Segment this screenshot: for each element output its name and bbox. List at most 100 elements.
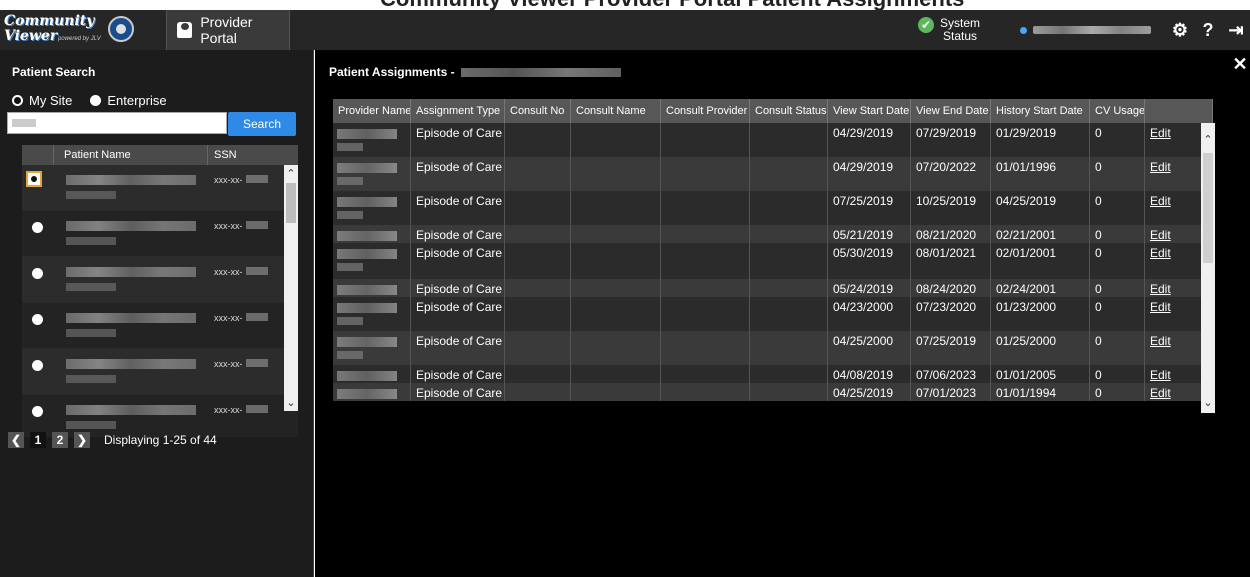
edit-link[interactable]: Edit bbox=[1150, 126, 1171, 140]
edit-link[interactable]: Edit bbox=[1150, 368, 1171, 382]
assignment-row[interactable]: Episode of Care 05/30/2019 08/01/2021 02/01… bbox=[333, 243, 1213, 279]
edit-link[interactable]: Edit bbox=[1150, 282, 1171, 296]
patient-row[interactable]: xxx-xx- bbox=[22, 257, 298, 303]
logo-line2: Viewer bbox=[4, 28, 58, 44]
cv-usage: 0 bbox=[1090, 157, 1145, 191]
provider-portal-button[interactable]: Provider Portal bbox=[166, 10, 290, 50]
edit-link[interactable]: Edit bbox=[1150, 386, 1171, 400]
edit-link[interactable]: Edit bbox=[1150, 160, 1171, 174]
patient-search-panel: Patient Search My Site Enterprise Search… bbox=[0, 50, 314, 577]
radio-enterprise-dot[interactable] bbox=[90, 95, 102, 106]
edit-link[interactable]: Edit bbox=[1150, 334, 1171, 348]
radio-enterprise[interactable]: Enterprise bbox=[90, 93, 167, 108]
assignments-col-3[interactable]: Consult Name bbox=[571, 99, 661, 123]
assignments-col-0[interactable]: Provider Name bbox=[333, 99, 411, 123]
redacted-block bbox=[337, 211, 363, 219]
col-ssn[interactable]: SSN bbox=[208, 145, 298, 165]
patient-radio[interactable] bbox=[32, 222, 43, 233]
patient-row[interactable]: xxx-xx- bbox=[22, 349, 298, 395]
page-1-button[interactable]: 1 bbox=[30, 432, 46, 448]
patient-row[interactable]: xxx-xx- bbox=[22, 303, 298, 349]
consult-name bbox=[571, 191, 661, 225]
assignment-row[interactable]: Episode of Care 04/29/2019 07/20/2022 01/01… bbox=[333, 157, 1213, 191]
scroll-down-icon[interactable]: ⌄ bbox=[1201, 396, 1215, 409]
patient-table-header: Patient Name SSN bbox=[22, 145, 298, 165]
provider-name-redacted bbox=[333, 243, 411, 279]
assignment-type: Episode of Care bbox=[411, 279, 505, 297]
col-patient-name[interactable]: Patient Name bbox=[54, 145, 208, 165]
assignment-row[interactable]: Episode of Care 07/25/2019 10/25/2019 04/25… bbox=[333, 191, 1213, 225]
redacted-block bbox=[337, 177, 363, 185]
consult-provider bbox=[661, 191, 750, 225]
radio-my-site-dot[interactable] bbox=[12, 95, 23, 106]
assignments-col-1[interactable]: Assignment Type bbox=[411, 99, 505, 123]
patient-search-input[interactable] bbox=[7, 112, 227, 134]
redacted-block bbox=[337, 303, 397, 313]
logout-icon[interactable]: ⇥ bbox=[1226, 20, 1246, 41]
patient-row-select[interactable] bbox=[22, 165, 54, 210]
assignments-col-8[interactable]: History Start Date bbox=[991, 99, 1090, 123]
edit-link[interactable]: Edit bbox=[1150, 246, 1171, 260]
ssn-prefix: xxx-xx- bbox=[214, 221, 243, 231]
assignment-row[interactable]: Episode of Care 04/25/2000 07/25/2019 01/25… bbox=[333, 331, 1213, 365]
user-info[interactable] bbox=[1020, 10, 1160, 50]
provider-name-redacted bbox=[333, 383, 411, 401]
help-icon[interactable]: ? bbox=[1198, 20, 1218, 41]
search-button[interactable]: Search bbox=[228, 112, 296, 136]
scroll-up-icon[interactable]: ⌃ bbox=[1201, 133, 1215, 146]
assignment-row[interactable]: Episode of Care 04/08/2019 07/06/2023 01/01… bbox=[333, 365, 1213, 383]
patient-row-select[interactable] bbox=[22, 395, 54, 437]
patient-row[interactable]: xxx-xx- bbox=[22, 165, 298, 211]
assignment-row[interactable]: Episode of Care 04/25/2019 07/01/2023 01/01… bbox=[333, 383, 1213, 401]
cv-usage: 0 bbox=[1090, 191, 1145, 225]
patient-row-select[interactable] bbox=[22, 349, 54, 394]
gear-icon[interactable]: ⚙ bbox=[1170, 20, 1190, 41]
assignments-col-2[interactable]: Consult No bbox=[505, 99, 571, 123]
patient-row-select[interactable] bbox=[22, 303, 54, 348]
assignments-col-5[interactable]: Consult Status bbox=[750, 99, 828, 123]
system-status-button[interactable]: ✔ System Status bbox=[918, 10, 980, 50]
patient-radio[interactable] bbox=[32, 406, 43, 417]
assignment-row[interactable]: Episode of Care 05/24/2019 08/24/2020 02/24… bbox=[333, 279, 1213, 297]
assignments-col-4[interactable]: Consult Provider bbox=[661, 99, 750, 123]
patient-row[interactable]: xxx-xx- bbox=[22, 395, 298, 437]
patient-row-select[interactable] bbox=[22, 211, 54, 256]
scroll-down-icon[interactable]: ⌄ bbox=[284, 396, 298, 409]
patient-radio[interactable] bbox=[26, 171, 42, 187]
scroll-thumb[interactable] bbox=[1203, 153, 1213, 263]
provider-name-redacted bbox=[333, 279, 411, 297]
assignment-row[interactable]: Episode of Care 04/29/2019 07/29/2019 01/29… bbox=[333, 123, 1213, 157]
patient-ssn: xxx-xx- bbox=[208, 303, 276, 348]
app-logo[interactable]: Community Viewer powered by JLV bbox=[0, 10, 160, 50]
patient-radio[interactable] bbox=[32, 268, 43, 279]
patient-row[interactable]: xxx-xx- bbox=[22, 211, 298, 257]
check-circle-icon: ✔ bbox=[918, 17, 934, 33]
consult-no bbox=[505, 123, 571, 157]
scroll-thumb[interactable] bbox=[286, 183, 296, 223]
assignments-col-6[interactable]: View Start Date bbox=[828, 99, 911, 123]
assignment-row[interactable]: Episode of Care 04/23/2000 07/23/2020 01/23… bbox=[333, 297, 1213, 331]
assignments-col-9[interactable]: CV Usage bbox=[1090, 99, 1145, 123]
page-2-button[interactable]: 2 bbox=[52, 432, 68, 448]
patient-row-select[interactable] bbox=[22, 257, 54, 302]
cv-usage: 0 bbox=[1090, 365, 1145, 383]
consult-provider bbox=[661, 331, 750, 365]
radio-my-site[interactable]: My Site bbox=[12, 93, 72, 108]
close-icon[interactable]: ✕ bbox=[1232, 55, 1248, 73]
scroll-up-icon[interactable]: ⌃ bbox=[284, 167, 298, 180]
assignments-scrollbar[interactable]: ⌃ ⌄ bbox=[1201, 123, 1215, 413]
prev-page-icon[interactable]: ❮ bbox=[8, 432, 24, 448]
edit-link[interactable]: Edit bbox=[1150, 194, 1171, 208]
patient-radio[interactable] bbox=[32, 360, 43, 371]
patient-table: Patient Name SSN xxx-xx-xxx-xx-xxx-xx-xx… bbox=[22, 145, 298, 437]
ssn-redacted bbox=[246, 359, 268, 367]
edit-link[interactable]: Edit bbox=[1150, 228, 1171, 242]
patient-radio[interactable] bbox=[32, 314, 43, 325]
assignments-col-7[interactable]: View End Date bbox=[911, 99, 991, 123]
view-start-date: 04/29/2019 bbox=[828, 157, 911, 191]
assignment-row[interactable]: Episode of Care 05/21/2019 08/21/2020 02/21… bbox=[333, 225, 1213, 243]
edit-link[interactable]: Edit bbox=[1150, 300, 1171, 314]
patient-table-scrollbar[interactable]: ⌃ ⌄ bbox=[284, 165, 298, 411]
redacted-block bbox=[337, 263, 363, 271]
next-page-icon[interactable]: ❯ bbox=[74, 432, 90, 448]
